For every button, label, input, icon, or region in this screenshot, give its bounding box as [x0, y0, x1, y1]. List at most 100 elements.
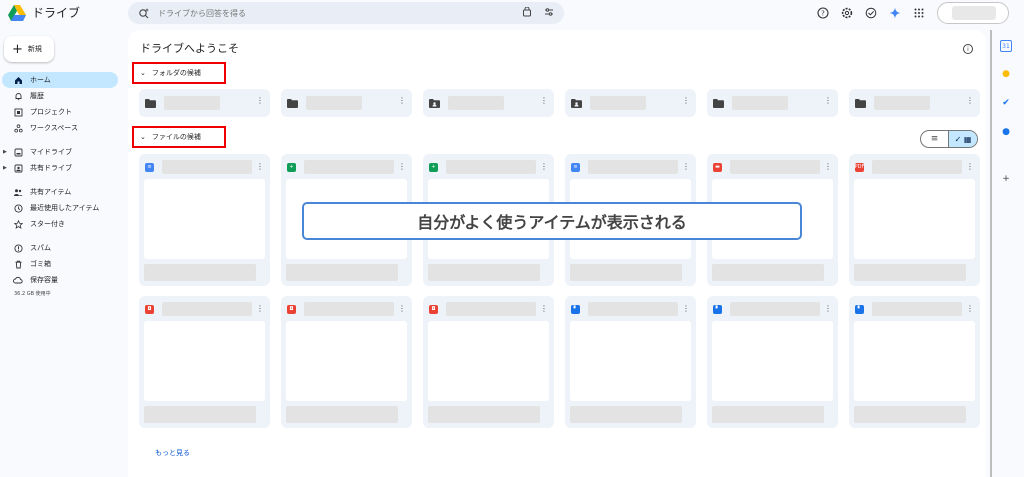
- help-icon[interactable]: ?: [816, 6, 830, 20]
- folder-card[interactable]: ⋮: [849, 89, 980, 117]
- more-options-icon[interactable]: ⋮: [256, 304, 264, 313]
- search-bar[interactable]: [128, 2, 564, 24]
- view-toggle: ≡ ✓ ▦: [920, 130, 978, 148]
- sidebar-item-history[interactable]: 履歴: [0, 88, 122, 104]
- cloud-icon: [12, 276, 24, 284]
- more-options-icon[interactable]: ⋮: [682, 162, 690, 171]
- workspace-icon: [12, 123, 24, 133]
- more-options-icon[interactable]: ⋮: [540, 97, 548, 105]
- sidebar-item-label: 共有ドライブ: [30, 164, 72, 172]
- file-card[interactable]: ◘ ⋮: [423, 296, 554, 428]
- drive-logo[interactable]: ドライブ: [8, 4, 80, 21]
- file-meta-redacted: [570, 264, 682, 281]
- file-card[interactable]: ▘ ⋮: [707, 296, 838, 428]
- folder-card[interactable]: ⋮: [565, 89, 696, 117]
- settings-icon[interactable]: [840, 6, 854, 20]
- filter-sliders-icon[interactable]: [544, 7, 554, 20]
- gemini-icon[interactable]: [888, 6, 902, 20]
- folder-icon: [287, 98, 298, 108]
- expand-caret-icon[interactable]: ▶: [3, 149, 7, 155]
- more-options-icon[interactable]: ⋮: [824, 304, 832, 313]
- more-options-icon[interactable]: ⋮: [398, 304, 406, 313]
- tasks-app-icon[interactable]: ✔: [1000, 97, 1012, 109]
- file-name-redacted: [304, 160, 394, 174]
- account-button[interactable]: [937, 2, 1009, 24]
- file-thumbnail: [144, 321, 265, 401]
- more-options-icon[interactable]: ⋮: [256, 162, 264, 171]
- contacts-app-icon[interactable]: ●: [1000, 126, 1012, 138]
- file-card[interactable]: ◘ ⋮: [139, 296, 270, 428]
- offline-ready-icon[interactable]: [864, 6, 878, 20]
- file-name-redacted: [730, 302, 820, 316]
- storage-usage-text: 36.2 GB 使用中: [14, 291, 51, 297]
- file-name-redacted: [588, 302, 678, 316]
- folder-icon: [145, 98, 156, 108]
- more-options-icon[interactable]: ⋮: [824, 97, 832, 105]
- file-card[interactable]: ≡ ⋮: [139, 154, 270, 286]
- more-options-icon[interactable]: ⋮: [398, 97, 406, 105]
- new-button[interactable]: + 新規: [4, 36, 54, 62]
- sidebar-item-shared-drives[interactable]: ▶ 共有ドライブ: [0, 160, 122, 176]
- sidebar-item-starred[interactable]: スター付き: [0, 216, 122, 232]
- folder-card[interactable]: ⋮: [707, 89, 838, 117]
- file-card[interactable]: ◘ ⋮: [281, 296, 412, 428]
- expand-caret-icon[interactable]: ▶: [3, 165, 7, 171]
- sidebar-item-shared-with-me[interactable]: 共有アイテム: [0, 184, 122, 200]
- folder-suggestions-header[interactable]: ⌄ フォルダの候補: [132, 62, 226, 84]
- sidebar-item-my-drive[interactable]: ▶ マイドライブ: [0, 144, 122, 160]
- more-options-icon[interactable]: ⋮: [966, 304, 974, 313]
- more-options-icon[interactable]: ⋮: [824, 162, 832, 171]
- file-name-redacted: [162, 302, 252, 316]
- file-thumbnail: [286, 321, 407, 401]
- more-options-icon[interactable]: ⋮: [398, 162, 406, 171]
- home-icon: [12, 76, 24, 85]
- add-addon-icon[interactable]: +: [1000, 173, 1012, 185]
- sidebar-item-label: マイドライブ: [30, 148, 72, 156]
- folder-card[interactable]: ⋮: [423, 89, 554, 117]
- file-meta-redacted: [854, 264, 966, 281]
- file-thumbnail: [854, 179, 975, 259]
- file-meta-redacted: [854, 406, 966, 423]
- calendar-file-icon: ▬: [713, 162, 722, 172]
- sidebar-item-storage[interactable]: 保存容量: [0, 272, 122, 288]
- more-options-icon[interactable]: ⋮: [540, 304, 548, 313]
- info-icon[interactable]: i: [963, 44, 973, 54]
- docs-file-icon: ≡: [145, 162, 154, 172]
- more-options-icon[interactable]: ⋮: [966, 97, 974, 105]
- sidebar-item-projects[interactable]: プロジェクト: [0, 104, 122, 120]
- calendar-app-icon[interactable]: 31: [1000, 40, 1012, 52]
- list-view-icon[interactable]: ≡: [921, 131, 949, 147]
- more-options-icon[interactable]: ⋮: [256, 97, 264, 105]
- folder-card[interactable]: ⋮: [139, 89, 270, 117]
- lock-search-icon[interactable]: [522, 6, 532, 20]
- sidebar-nav: ホーム 履歴 プロジェクト ワークスペース ▶ マイドライブ ▶ 共有ドライブ: [0, 72, 122, 297]
- file-card[interactable]: ▘ ⋮: [565, 296, 696, 428]
- file-meta-redacted: [428, 264, 540, 281]
- sidebar-item-label: 最近使用したアイテム: [30, 204, 100, 212]
- file-suggestions-grid: ≡ ⋮ + ⋮ + ⋮ ≡ ⋮ ▬ ⋮ PDF ⋮ ◘ ⋮ ◘ ⋮ ◘ ⋮ ▘ ⋮ ▘ ⋮ ▘ ⋮: [139, 154, 980, 428]
- sidebar-item-label: スター付き: [30, 220, 65, 228]
- sidebar-item-spam[interactable]: スパム: [0, 240, 122, 256]
- file-name-redacted: [446, 160, 536, 174]
- more-options-icon[interactable]: ⋮: [682, 304, 690, 313]
- more-options-icon[interactable]: ⋮: [966, 162, 974, 171]
- apps-grid-icon[interactable]: [912, 6, 926, 20]
- sidebar-item-recent[interactable]: 最近使用したアイテム: [0, 200, 122, 216]
- more-options-icon[interactable]: ⋮: [682, 97, 690, 105]
- file-card[interactable]: ▘ ⋮: [849, 296, 980, 428]
- file-name-redacted: [588, 160, 678, 174]
- sidebar-item-workspaces[interactable]: ワークスペース: [0, 120, 122, 136]
- search-input[interactable]: [158, 8, 522, 18]
- file-meta-redacted: [286, 264, 398, 281]
- file-thumbnail: [570, 321, 691, 401]
- folder-card[interactable]: ⋮: [281, 89, 412, 117]
- show-more-link[interactable]: もっと見る: [155, 448, 190, 458]
- file-card[interactable]: PDF ⋮: [849, 154, 980, 286]
- file-suggestions-header[interactable]: ⌄ ファイルの候補: [132, 126, 226, 148]
- sidebar-item-home[interactable]: ホーム: [2, 72, 118, 88]
- zip-file-icon: ◘: [287, 304, 296, 314]
- sidebar-item-trash[interactable]: ゴミ箱: [0, 256, 122, 272]
- grid-view-icon[interactable]: ✓ ▦: [949, 131, 977, 147]
- keep-app-icon[interactable]: ●: [1000, 68, 1012, 80]
- more-options-icon[interactable]: ⋮: [540, 162, 548, 171]
